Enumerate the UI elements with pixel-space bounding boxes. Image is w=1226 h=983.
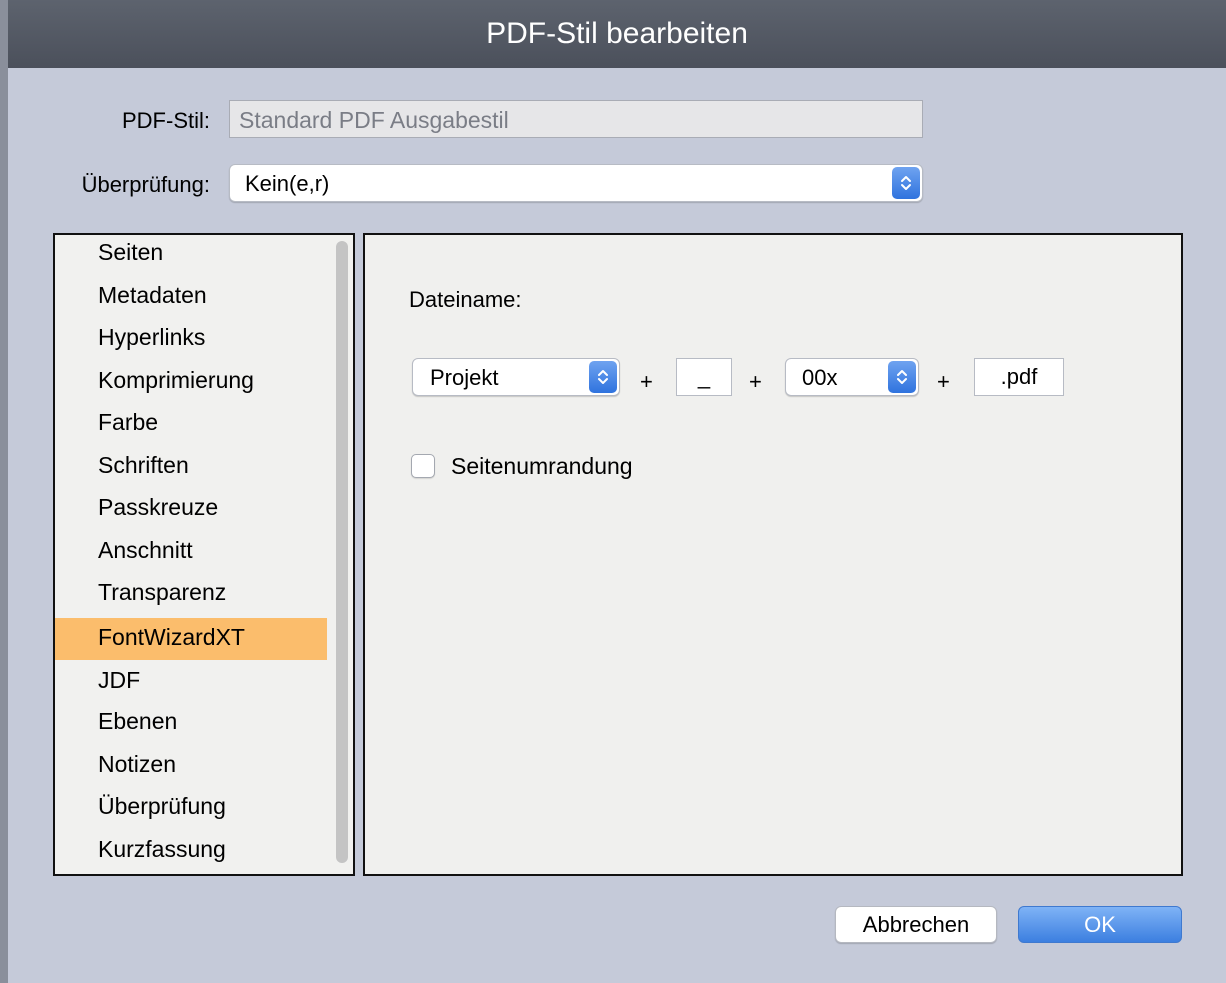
pruefung-select[interactable]: Kein(e,r): [229, 164, 923, 202]
list-item-seiten[interactable]: Seiten: [55, 235, 327, 275]
list-item-kurzfassung[interactable]: Kurzfassung: [55, 830, 327, 872]
extension-field[interactable]: .pdf: [974, 358, 1064, 396]
separator-field[interactable]: _: [676, 358, 732, 396]
chevron-updown-icon: [892, 167, 920, 199]
list-item-notizen[interactable]: Notizen: [55, 745, 327, 787]
list-scrollbar[interactable]: [335, 241, 349, 865]
plus-sign: +: [640, 369, 653, 394]
projekt-select[interactable]: Projekt: [412, 358, 620, 396]
chevron-updown-icon: [888, 361, 916, 393]
list-item-jdf[interactable]: JDF: [55, 661, 327, 703]
settings-panel: Dateiname: Projekt + _ + 00x + .pdf Seit…: [363, 233, 1183, 876]
number-format-select[interactable]: 00x: [785, 358, 919, 396]
list-item-farbe[interactable]: Farbe: [55, 403, 327, 445]
pdf-stil-label: PDF-Stil:: [122, 108, 210, 133]
list-item-hyperlinks[interactable]: Hyperlinks: [55, 318, 327, 360]
pruefung-select-value: Kein(e,r): [245, 171, 330, 196]
scrollbar-thumb[interactable]: [336, 241, 348, 863]
chevron-updown-icon: [589, 361, 617, 393]
category-list: Seiten Metadaten Hyperlinks Komprimierun…: [53, 233, 355, 876]
pruefung-label: Überprüfung:: [81, 172, 210, 197]
list-item-transparenz[interactable]: Transparenz: [55, 573, 327, 615]
pdf-stil-name-field[interactable]: Standard PDF Ausgabestil: [229, 100, 923, 138]
number-format-value: 00x: [802, 365, 838, 390]
plus-sign: +: [937, 369, 950, 394]
list-item-komprimierung[interactable]: Komprimierung: [55, 361, 327, 403]
dialog-title: PDF-Stil bearbeiten: [8, 0, 1226, 68]
list-item-fontwizardxt[interactable]: FontWizardXT: [55, 618, 327, 660]
projekt-select-value: Projekt: [430, 365, 499, 390]
list-item-metadaten[interactable]: Metadaten: [55, 276, 327, 318]
list-item-schriften[interactable]: Schriften: [55, 446, 327, 488]
list-item-passkreuze[interactable]: Passkreuze: [55, 488, 327, 530]
ok-button[interactable]: OK: [1018, 906, 1182, 943]
seitenumrandung-checkbox[interactable]: [411, 454, 435, 478]
plus-sign: +: [749, 369, 762, 394]
window-edge: [0, 0, 8, 983]
cancel-button[interactable]: Abbrechen: [835, 906, 997, 943]
list-item-ebenen[interactable]: Ebenen: [55, 702, 327, 744]
list-item-anschnitt[interactable]: Anschnitt: [55, 531, 327, 573]
dateiname-label: Dateiname:: [409, 287, 522, 312]
list-item-ueberpruefung[interactable]: Überprüfung: [55, 787, 327, 829]
seitenumrandung-label[interactable]: Seitenumrandung: [451, 453, 633, 480]
